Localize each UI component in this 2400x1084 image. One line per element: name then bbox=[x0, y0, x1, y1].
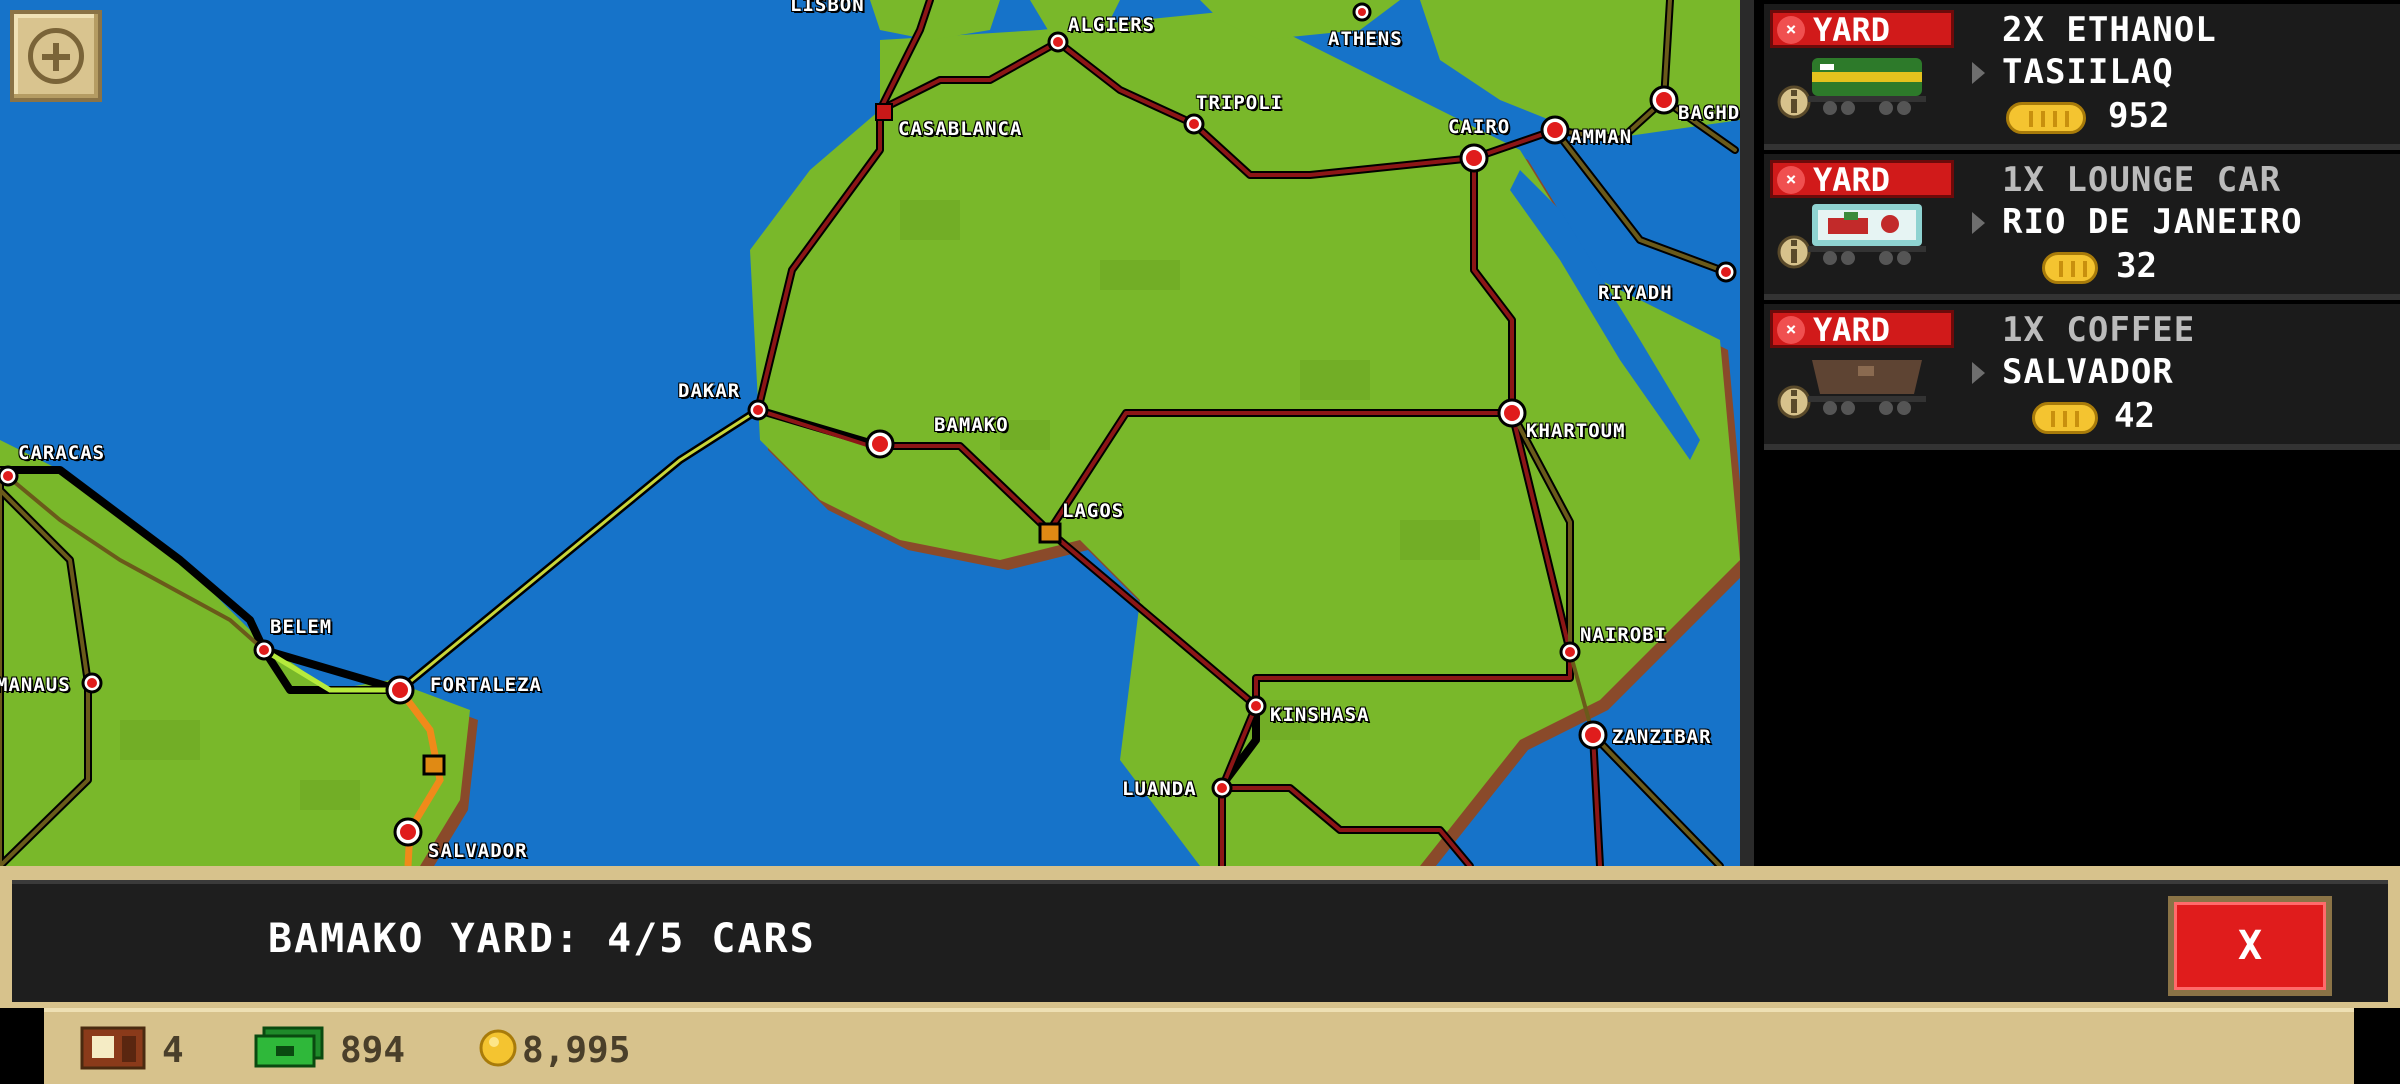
yard-car-destination: SALVADOR bbox=[2002, 352, 2174, 392]
yard-status-text: BAMAKO YARD: 4/5 CARS bbox=[268, 916, 816, 962]
yard-badge-label: YARD bbox=[1813, 311, 1891, 349]
info-icon[interactable] bbox=[1776, 380, 1812, 422]
gold-coin-icon bbox=[479, 1029, 517, 1067]
city-label: LISBON bbox=[790, 0, 865, 16]
city-label: CARACAS bbox=[18, 442, 106, 464]
cash-resource: 894 bbox=[254, 1026, 454, 1071]
zoom-in-button[interactable] bbox=[10, 10, 102, 102]
car-count-icon bbox=[80, 1026, 146, 1070]
yard-badge-label: YARD bbox=[1813, 161, 1891, 199]
coffee-hopper-car-icon bbox=[1808, 360, 1926, 415]
ethanol-tank-car-icon bbox=[1808, 58, 1926, 115]
city-label: KINSHASA bbox=[1270, 704, 1370, 726]
city-label: BELEM bbox=[270, 616, 333, 638]
city-label: BAGHDAD bbox=[1678, 102, 1740, 124]
yard-badge[interactable]: × YARD bbox=[1770, 10, 1954, 48]
arrow-right-icon bbox=[1972, 362, 1985, 384]
info-icon[interactable] bbox=[1776, 230, 1812, 272]
resource-bar: 4 894 8,995 bbox=[44, 1008, 2354, 1084]
yard-car-item[interactable]: × YARD 1X LOUNGE CAR RIO DE JANEIRO 32 bbox=[1764, 154, 2400, 300]
info-icon[interactable] bbox=[1776, 80, 1812, 122]
yard-car-title: 1X LOUNGE CAR bbox=[2002, 160, 2282, 200]
city-label: ATHENS bbox=[1328, 28, 1403, 50]
coin-stack-icon bbox=[2032, 402, 2098, 434]
city-label: CAIRO bbox=[1448, 116, 1511, 138]
cash-icon bbox=[254, 1026, 324, 1068]
city-label: DAKAR bbox=[678, 380, 741, 402]
close-icon[interactable]: X bbox=[2174, 902, 2326, 990]
coin-stack-icon bbox=[2042, 252, 2098, 284]
city-label: ZANZIBAR bbox=[1612, 726, 1712, 748]
remove-icon[interactable]: × bbox=[1777, 16, 1805, 44]
city-label: CASABLANCA bbox=[898, 118, 1023, 140]
city-label: LUANDA bbox=[1122, 778, 1197, 800]
city-label: AMMAN bbox=[1570, 126, 1633, 148]
cash-amount: 894 bbox=[340, 1030, 406, 1071]
coin-stack-icon bbox=[2006, 102, 2086, 134]
city-label: LAGOS bbox=[1062, 500, 1125, 522]
city-label: BAMAKO bbox=[934, 414, 1009, 436]
yard-car-list[interactable]: × YARD 2X ETHANOL TASIILAQ 952 × YARD 1X… bbox=[1740, 0, 2400, 866]
city-label: FORTALEZA bbox=[430, 674, 542, 696]
yard-car-reward: 42 bbox=[2114, 396, 2155, 436]
gold-resource: 8,995 bbox=[478, 1026, 698, 1071]
remove-icon[interactable]: × bbox=[1777, 316, 1805, 344]
yard-badge-label: YARD bbox=[1813, 11, 1891, 49]
arrow-right-icon bbox=[1972, 62, 1985, 84]
city-label: ALGIERS bbox=[1068, 14, 1156, 36]
city-label: KHARTOUM bbox=[1526, 420, 1626, 442]
city-label: MANAUS bbox=[0, 674, 71, 696]
yard-car-title: 2X ETHANOL bbox=[2002, 10, 2217, 50]
yard-status-bar: BAMAKO YARD: 4/5 CARS X bbox=[0, 866, 2400, 1008]
yard-car-reward: 32 bbox=[2116, 246, 2157, 286]
yard-car-destination: RIO DE JANEIRO bbox=[2002, 202, 2303, 242]
yard-badge[interactable]: × YARD bbox=[1770, 310, 1954, 348]
close-button[interactable]: X bbox=[2168, 896, 2332, 996]
lounge-car-icon bbox=[1808, 204, 1926, 265]
yard-car-item[interactable]: × YARD 1X COFFEE SALVADOR 42 bbox=[1764, 304, 2400, 450]
arrow-right-icon bbox=[1972, 212, 1985, 234]
gold-amount: 8,995 bbox=[522, 1030, 631, 1071]
city-label: TRIPOLI bbox=[1196, 92, 1284, 114]
city-label: NAIROBI bbox=[1580, 624, 1668, 646]
yard-badge[interactable]: × YARD bbox=[1770, 160, 1954, 198]
yard-car-reward: 952 bbox=[2108, 96, 2170, 136]
yard-car-title: 1X COFFEE bbox=[2002, 310, 2196, 350]
yard-car-item[interactable]: × YARD 2X ETHANOL TASIILAQ 952 bbox=[1764, 4, 2400, 150]
world-map[interactable]: LISBON ALGIERS ATHENS TRIPOLI CASABLANCA… bbox=[0, 0, 1740, 866]
city-label: SALVADOR bbox=[428, 840, 528, 862]
cars-resource: 4 bbox=[80, 1026, 220, 1071]
city-label: RIYADH bbox=[1598, 282, 1673, 304]
cars-count: 4 bbox=[162, 1030, 184, 1071]
yard-car-destination: TASIILAQ bbox=[2002, 52, 2174, 92]
remove-icon[interactable]: × bbox=[1777, 166, 1805, 194]
